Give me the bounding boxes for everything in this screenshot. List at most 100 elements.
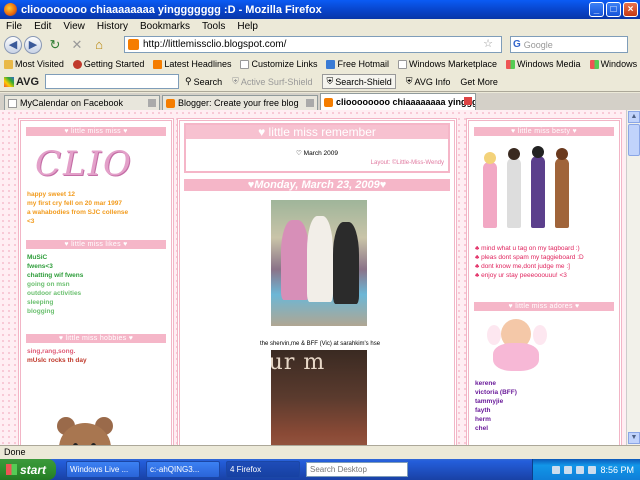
bookmark-label: Free Hotmail	[337, 59, 389, 69]
avg-info-button[interactable]: ⛨ AVG Info	[406, 76, 451, 87]
main-column: ♥ little miss remember ♡ March 2009 Layo…	[177, 118, 457, 445]
intro-text: happy sweet 12 my first cry fell on 20 m…	[21, 190, 171, 226]
stop-icon[interactable]: ✕	[68, 36, 86, 54]
forward-button[interactable]: ▶	[24, 36, 42, 54]
sidebar-heading: ♥ little miss adores ♥	[474, 302, 614, 311]
address-bar[interactable]: http://littlemissclio.blogspot.com/ ☆	[124, 36, 502, 53]
minimize-button[interactable]: _	[589, 2, 604, 17]
maximize-button[interactable]: □	[606, 2, 621, 17]
tab-blogger[interactable]: Blogger: Create your free blog	[162, 95, 318, 110]
avg-search-label: Search	[193, 76, 223, 87]
taskbar-item-firefox[interactable]: 4 Firefox	[226, 461, 300, 478]
start-button[interactable]: start	[0, 459, 56, 480]
menu-tools[interactable]: Tools	[202, 21, 225, 32]
cherub-body	[493, 343, 539, 371]
bookmark-customize-links[interactable]: Customize Links	[240, 59, 317, 69]
msn-icon	[326, 59, 336, 69]
archive-month[interactable]: ♡ March 2009	[186, 149, 448, 157]
desktop-search-input[interactable]: Search Desktop	[306, 462, 408, 477]
avg-active-surf-button[interactable]: ⛨ Active Surf-Shield	[232, 76, 312, 87]
scrollbar-thumb[interactable]	[628, 124, 640, 156]
friend-link[interactable]: tammyjie	[475, 397, 619, 406]
window-title: clioooooooo chiaaaaaaaa yinggggggg :D - …	[21, 3, 322, 16]
tab-mycalendar[interactable]: MyCalendar on Facebook	[4, 95, 160, 110]
tray-icon[interactable]	[576, 465, 585, 474]
close-button[interactable]: ×	[623, 2, 638, 17]
bookmark-windows-media[interactable]: Windows Media	[506, 59, 581, 69]
menu-bookmarks[interactable]: Bookmarks	[140, 21, 190, 32]
shield-icon: ⛨	[326, 76, 334, 86]
tab-close-icon[interactable]	[148, 99, 156, 107]
bookmark-label: Windows Marketplace	[409, 59, 498, 69]
right-sidebar: ♥ little miss besty ♥ ♣ mind what u tag …	[466, 118, 622, 445]
bookmark-label: Windows Media	[517, 59, 581, 69]
avg-search-button[interactable]: ⚲ Search	[185, 76, 222, 87]
vertical-scrollbar[interactable]: ▲ ▼	[626, 110, 640, 445]
tray-icon[interactable]	[588, 465, 597, 474]
bookmark-free-hotmail[interactable]: Free Hotmail	[326, 59, 389, 69]
home-icon[interactable]: ⌂	[90, 36, 108, 54]
clock[interactable]: 8:56 PM	[600, 465, 634, 475]
bookmark-star-icon[interactable]: ☆	[483, 37, 493, 50]
tab-close-icon[interactable]	[464, 97, 472, 105]
doll	[483, 152, 497, 228]
blog-header: ♥ little miss remember ♡ March 2009 Layo…	[184, 123, 450, 173]
avg-info-icon: ⛨	[405, 76, 413, 86]
avg-get-more-button[interactable]: Get More	[460, 77, 498, 87]
menu-view[interactable]: View	[63, 21, 85, 32]
doll-head	[556, 148, 568, 160]
avg-active-surf-label: Active Surf-Shield	[240, 76, 313, 87]
avg-logo[interactable]: AVG	[4, 76, 39, 88]
avg-info-label: AVG Info	[414, 76, 451, 87]
taskbar-item-ahqing[interactable]: c:-ahQING3...	[146, 461, 220, 478]
intro-line: a wahabodies from SJC collense	[27, 209, 129, 216]
doll	[507, 148, 521, 228]
hobbies-list: sing,rang,song. mUsIc rocks th day	[21, 347, 171, 365]
menu-file[interactable]: File	[6, 21, 22, 32]
menu-history[interactable]: History	[97, 21, 128, 32]
bookmark-latest-headlines[interactable]: Latest Headlines	[153, 59, 231, 69]
status-text: Done	[4, 447, 26, 457]
avg-search-shield-button[interactable]: ⛨ Search-Shield	[322, 74, 396, 89]
scroll-down-icon[interactable]: ▼	[628, 432, 640, 444]
firefox-bookmark-icon	[72, 59, 82, 69]
friend-link[interactable]: chel	[475, 424, 619, 433]
friend-link[interactable]: fayth	[475, 406, 619, 415]
tray-icon[interactable]	[552, 465, 561, 474]
friend-link[interactable]: kerene	[475, 379, 619, 388]
bookmark-most-visited[interactable]: Most Visited	[4, 59, 64, 69]
tray-icon[interactable]	[564, 465, 573, 474]
menu-edit[interactable]: Edit	[34, 21, 51, 32]
blogger-favicon-icon	[166, 98, 175, 108]
teddy-bear-image	[57, 417, 113, 445]
friend-link[interactable]: herm	[475, 415, 619, 424]
scroll-up-icon[interactable]: ▲	[628, 111, 640, 123]
doll-head	[532, 146, 544, 158]
navigation-toolbar: ◀ ▶ ↻ ✕ ⌂ http://littlemissclio.blogspot…	[0, 34, 640, 56]
reload-icon[interactable]: ↻	[46, 36, 64, 54]
bookmark-windows-marketplace[interactable]: Windows Marketplace	[398, 59, 497, 69]
blog-title[interactable]: ♥ little miss remember	[186, 125, 448, 139]
intro-line: my first cry fell on 20 mar 1997	[27, 200, 123, 207]
status-bar: Done	[0, 445, 640, 459]
back-button[interactable]: ◀	[4, 36, 22, 54]
post-photo	[271, 200, 367, 326]
list-item: ♣ enjoy ur stay peeeooouuu! <3	[475, 272, 567, 279]
tab-close-icon[interactable]	[306, 99, 314, 107]
taskbar-item-windows-live[interactable]: Windows Live ...	[66, 461, 140, 478]
tab-clio-blog[interactable]: clioooooooo chiaaaaaaaa yinggg...	[320, 93, 476, 110]
menu-help[interactable]: Help	[237, 21, 258, 32]
windows-flag-icon	[6, 464, 17, 475]
list-item: fwens<3	[27, 263, 53, 270]
avg-search-input[interactable]	[45, 74, 180, 89]
layout-credit-link[interactable]: Layout: ©Little-Miss-Wendy	[186, 160, 448, 166]
bookmark-windows[interactable]: Windows	[589, 59, 637, 69]
list-item: ♣ pleas dont spam my taggieboard :D	[475, 254, 584, 261]
bookmark-getting-started[interactable]: Getting Started	[72, 59, 144, 69]
clio-logo: CLIO	[35, 144, 133, 184]
search-box[interactable]: G Google	[510, 36, 628, 53]
windows-icon	[506, 59, 516, 69]
rss-icon	[153, 59, 163, 69]
bookmarks-toolbar: Most Visited Getting Started Latest Head…	[0, 56, 640, 72]
friend-link[interactable]: victoria (BFF)	[475, 388, 619, 397]
